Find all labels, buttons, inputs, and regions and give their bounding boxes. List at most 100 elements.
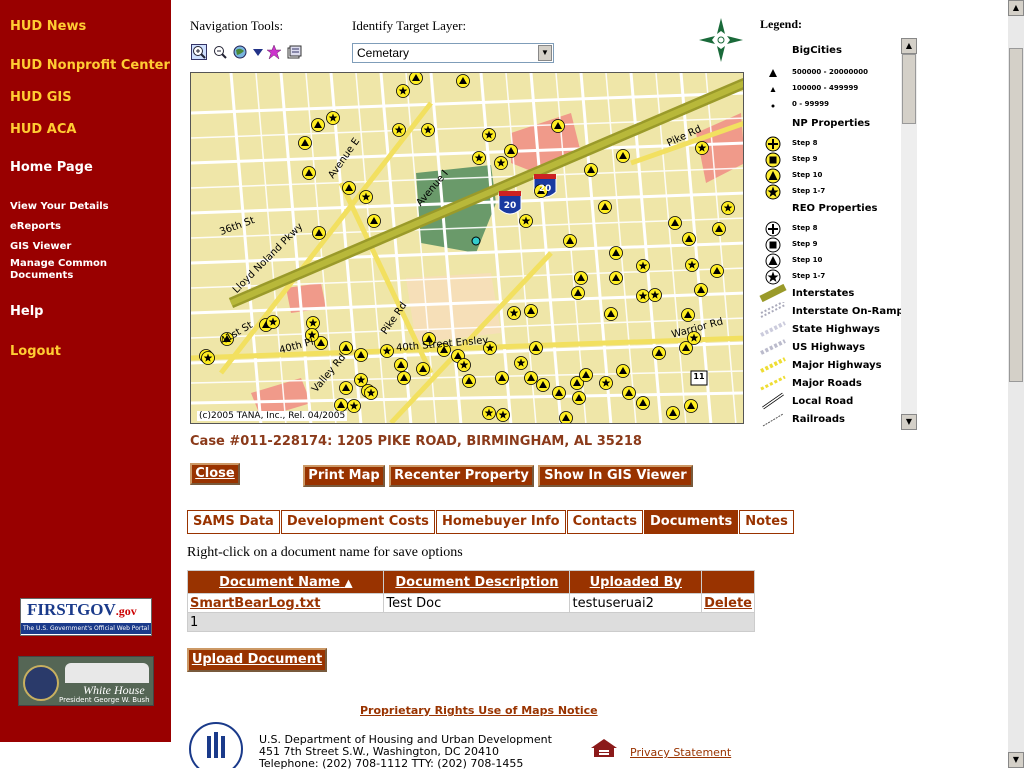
sidebar-link-home-page[interactable]: Home Page — [10, 160, 93, 175]
tab-sams-data[interactable]: SAMS Data — [187, 510, 280, 534]
target-layer-value: Cemetary — [357, 46, 410, 60]
recenter-property-button[interactable]: Recenter Property — [389, 465, 534, 487]
sidebar-link-ereports[interactable]: eReports — [10, 221, 150, 233]
legend-road-label: US Highways — [792, 342, 866, 353]
table-pager-row: 1 — [187, 612, 755, 632]
target-layer-select[interactable]: Cemetary ▼ — [352, 43, 554, 63]
legend-item: 500000 - 20000000 — [792, 68, 868, 76]
equal-housing-icon — [591, 739, 617, 757]
zoom-out-icon[interactable] — [212, 44, 228, 60]
close-button[interactable]: Close — [190, 463, 240, 485]
scroll-up-icon[interactable]: ▲ — [901, 38, 917, 54]
firstgov-logo-suffix: .gov — [115, 604, 137, 618]
tab-homebuyer-info[interactable]: Homebuyer Info — [435, 510, 566, 534]
presidential-seal-icon — [23, 665, 59, 701]
print-map-button[interactable]: Print Map — [303, 465, 385, 487]
sidebar-link-help[interactable]: Help — [10, 304, 43, 319]
major-road-icon — [760, 375, 786, 391]
sidebar-link-gis-viewer[interactable]: GIS Viewer — [10, 241, 150, 253]
legend-item: Step 8 — [792, 139, 818, 147]
identify-star-icon[interactable] — [266, 44, 282, 60]
small-city-dot-icon — [771, 104, 775, 108]
local-road-icon — [762, 392, 784, 410]
legend-road-label: State Highways — [792, 324, 880, 335]
legend-item: Step 9 — [792, 240, 818, 248]
column-header-label: Document Name — [219, 574, 341, 590]
interstate-road-icon — [759, 284, 787, 302]
privacy-statement-link[interactable]: Privacy Statement — [630, 746, 731, 759]
white-house-logo[interactable]: White House President George W. Bush — [18, 656, 154, 706]
tab-documents[interactable]: Documents — [643, 510, 739, 534]
shield-number: 20 — [538, 184, 552, 194]
sidebar-link-view-your-details[interactable]: View Your Details — [10, 201, 150, 213]
uploaded-by-cell: testuseruai2 — [569, 593, 703, 613]
page-scrollbar[interactable]: ▲ ▼ — [1008, 0, 1024, 768]
legend-group-label: REO Properties — [792, 203, 878, 214]
railroad-icon — [762, 413, 784, 427]
upload-document-button[interactable]: Upload Document — [187, 648, 327, 672]
delete-link[interactable]: Delete — [704, 596, 752, 611]
hud-address: U.S. Department of Housing and Urban Dev… — [259, 734, 552, 770]
legend-road-label: Railroads — [792, 414, 845, 425]
firstgov-logo[interactable]: FIRSTGOV.gov The U.S. Government's Offic… — [20, 598, 152, 636]
shield-number: 20 — [503, 201, 517, 211]
hud-seal-icon — [189, 722, 243, 768]
firstgov-logo-title: FIRSTGOV — [27, 600, 116, 619]
sidebar: HUD News HUD Nonprofit Center HUD GIS HU… — [0, 0, 171, 742]
square-circle-icon — [765, 237, 781, 253]
square-circle-icon — [765, 152, 781, 168]
column-header-actions — [701, 570, 755, 594]
plus-circle-icon — [765, 221, 781, 237]
compass-pan-icon[interactable] — [697, 16, 745, 64]
proprietary-rights-notice-link[interactable]: Proprietary Rights Use of Maps Notice — [360, 704, 598, 717]
property-map[interactable]: 20 20 11 Avenue E Avenue I Lloyd Noland … — [190, 72, 744, 424]
page-number[interactable]: 1 — [190, 615, 198, 630]
sidebar-link-hud-aca[interactable]: HUD ACA — [10, 122, 76, 137]
shield-number: 11 — [693, 372, 705, 381]
show-in-gis-viewer-button[interactable]: Show In GIS Viewer — [538, 465, 693, 487]
legend-panel: BigCities 500000 - 20000000 100000 - 499… — [757, 38, 917, 430]
legend-group-label: BigCities — [792, 45, 842, 56]
sidebar-link-logout[interactable]: Logout — [10, 344, 61, 359]
document-name-link[interactable]: SmartBearLog.txt — [190, 596, 321, 611]
sort-ascending-icon[interactable]: ▲ — [345, 578, 353, 589]
sidebar-link-hud-news[interactable]: HUD News — [10, 19, 86, 34]
target-property-marker[interactable] — [471, 236, 481, 246]
legend-road-label: Major Roads — [792, 378, 862, 389]
tab-notes[interactable]: Notes — [739, 510, 794, 534]
legend-item: Step 8 — [792, 224, 818, 232]
column-header-uploaded-by[interactable]: Uploaded By — [569, 570, 703, 594]
table-row: SmartBearLog.txt Test Doc testuseruai2 D… — [186, 593, 755, 613]
sidebar-link-hud-nonprofit-center[interactable]: HUD Nonprofit Center — [10, 58, 170, 73]
column-header-document-description[interactable]: Document Description — [383, 570, 571, 594]
star-circle-icon — [765, 184, 781, 200]
legend-road-label: Interstate On-Ramp — [792, 306, 904, 317]
legend-title: Legend: — [760, 17, 802, 31]
tab-contacts[interactable]: Contacts — [566, 510, 643, 534]
sidebar-link-hud-gis[interactable]: HUD GIS — [10, 90, 72, 105]
legend-scrollbar[interactable]: ▲ ▼ — [901, 38, 917, 430]
legend-scroll-thumb[interactable] — [902, 54, 916, 124]
scroll-up-icon[interactable]: ▲ — [1008, 0, 1024, 16]
column-header-document-name[interactable]: Document Name ▲ — [186, 570, 385, 594]
tab-development-costs[interactable]: Development Costs — [280, 510, 435, 534]
legend-item: 100000 - 499999 — [792, 84, 859, 92]
on-ramp-road-icon — [760, 302, 786, 318]
table-header-row: Document Name ▲ Document Description Upl… — [186, 570, 755, 594]
dropdown-arrow-icon[interactable] — [250, 44, 266, 60]
zoom-in-icon[interactable] — [191, 44, 207, 60]
chevron-down-icon[interactable]: ▼ — [538, 45, 552, 61]
legend-item: 0 - 99999 — [792, 100, 830, 108]
scroll-down-icon[interactable]: ▼ — [1008, 752, 1024, 768]
page-scroll-thumb[interactable] — [1009, 48, 1023, 382]
sidebar-link-manage-common-documents[interactable]: Manage Common Documents — [10, 258, 150, 282]
map-copyright: (c)2005 TANA, Inc., Rel. 04/2005 — [197, 411, 348, 421]
scroll-down-icon[interactable]: ▼ — [901, 414, 917, 430]
layers-icon[interactable] — [286, 44, 302, 60]
legend-item: Step 1-7 — [792, 272, 826, 280]
pan-globe-icon[interactable] — [232, 44, 248, 60]
legend-item: Step 1-7 — [792, 187, 826, 195]
legend-group-label: NP Properties — [792, 118, 871, 129]
triangle-circle-icon — [765, 253, 781, 269]
right-click-hint: Right-click on a document name for save … — [187, 545, 463, 560]
